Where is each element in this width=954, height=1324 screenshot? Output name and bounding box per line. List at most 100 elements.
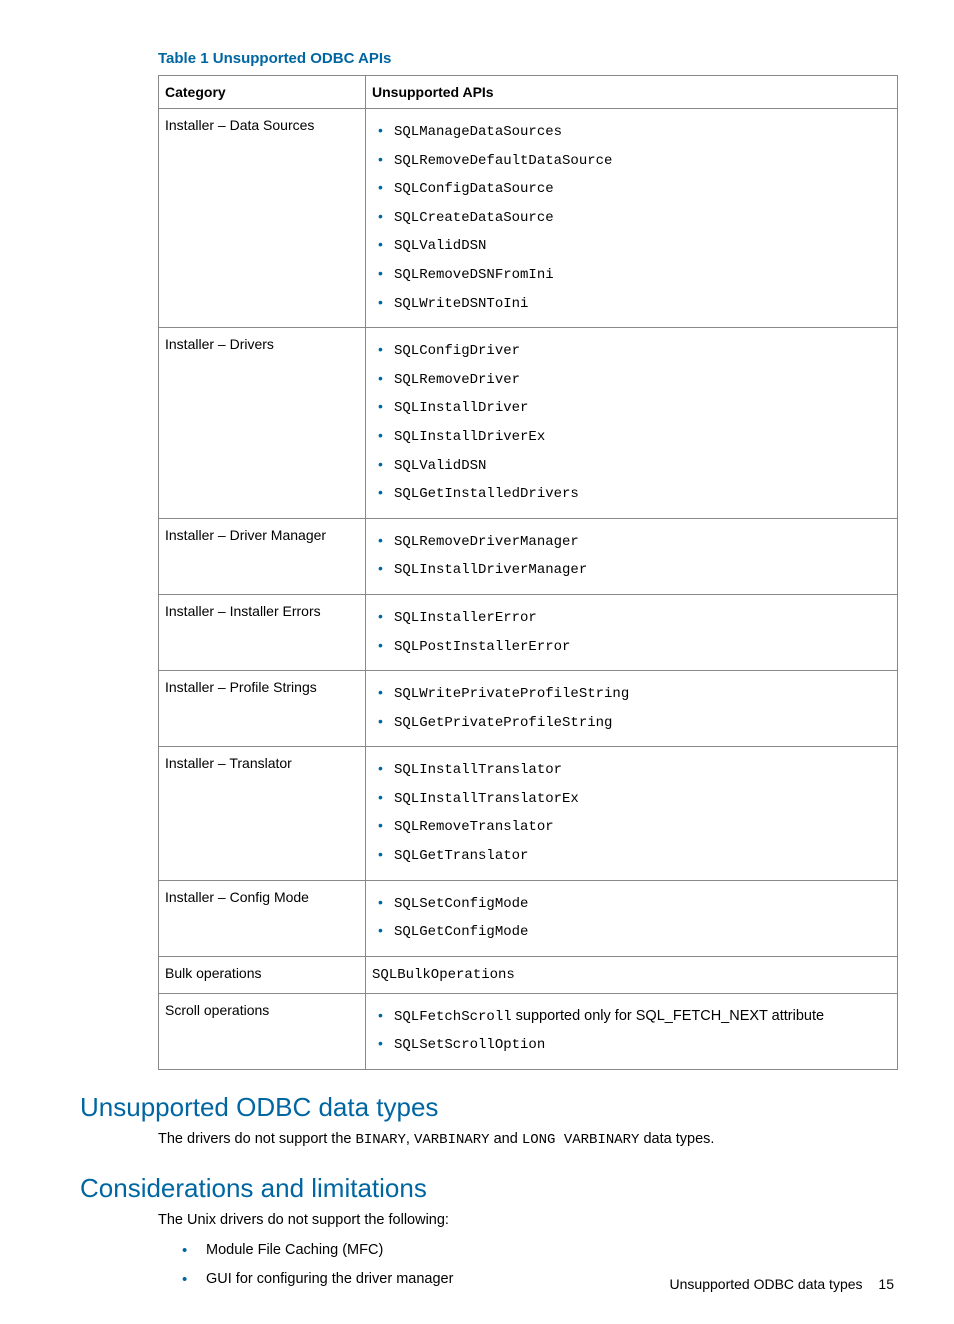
- api-name: SQLConfigDriver: [394, 343, 520, 359]
- category-cell: Installer – Config Mode: [159, 880, 366, 956]
- api-note: supported only for SQL_FETCH_NEXT attrib…: [512, 1008, 824, 1024]
- apis-cell: SQLManageDataSources SQLRemoveDefaultData…: [366, 109, 898, 328]
- table-row: Installer – Installer ErrorsSQLInstaller…: [159, 594, 898, 670]
- list-item: SQLSetScrollOption: [372, 1030, 887, 1059]
- api-name: SQLBulkOperations: [372, 967, 515, 983]
- list-item: SQLRemoveDriver: [372, 365, 887, 394]
- api-name: SQLRemoveDriver: [394, 372, 520, 388]
- api-name: SQLPostInstallerError: [394, 639, 570, 655]
- list-item: SQLGetInstalledDrivers: [372, 479, 887, 508]
- api-list: SQLWritePrivateProfileString SQLGetPrivat…: [372, 679, 887, 736]
- list-item: SQLFetchScroll supported only for SQL_FE…: [372, 1002, 887, 1031]
- text-fragment: The drivers do not support the: [158, 1131, 355, 1147]
- page-container: Table 1 Unsupported ODBC APIs Category U…: [0, 0, 954, 1324]
- category-cell: Installer – Installer Errors: [159, 594, 366, 670]
- api-name: SQLInstallTranslator: [394, 762, 562, 778]
- category-cell: Bulk operations: [159, 956, 366, 993]
- list-item: SQLCreateDataSource: [372, 203, 887, 232]
- list-item: SQLPostInstallerError: [372, 632, 887, 661]
- page-footer: Unsupported ODBC data types 15: [670, 1276, 894, 1292]
- table-header-apis: Unsupported APIs: [366, 76, 898, 109]
- api-name: SQLGetTranslator: [394, 848, 528, 864]
- list-item: SQLSetConfigMode: [372, 889, 887, 918]
- apis-cell: SQLConfigDriver SQLRemoveDriver SQLInstall…: [366, 328, 898, 519]
- category-cell: Installer – Data Sources: [159, 109, 366, 328]
- table-row: Bulk operations SQLBulkOperations: [159, 956, 898, 993]
- table-caption: Table 1 Unsupported ODBC APIs: [158, 50, 894, 67]
- list-item: SQLWriteDSNToIni: [372, 289, 887, 318]
- list-item: SQLInstallerError: [372, 603, 887, 632]
- list-item: SQLWritePrivateProfileString: [372, 679, 887, 708]
- category-cell: Installer – Translator: [159, 747, 366, 880]
- apis-cell: SQLRemoveDriverManager SQLInstallDriverMa…: [366, 518, 898, 594]
- api-name: SQLInstallDriverEx: [394, 429, 545, 445]
- list-item: SQLConfigDataSource: [372, 174, 887, 203]
- type-varbinary: VARBINARY: [414, 1132, 490, 1148]
- api-name: SQLSetScrollOption: [394, 1037, 545, 1053]
- api-name: SQLValidDSN: [394, 458, 486, 474]
- list-item: SQLGetPrivateProfileString: [372, 708, 887, 737]
- category-cell: Installer – Drivers: [159, 328, 366, 519]
- apis-cell: SQLFetchScroll supported only for SQL_FE…: [366, 993, 898, 1069]
- category-cell: Scroll operations: [159, 993, 366, 1069]
- list-item: SQLInstallDriverEx: [372, 422, 887, 451]
- section-heading-data-types: Unsupported ODBC data types: [80, 1092, 894, 1123]
- api-name: SQLInstallDriverManager: [394, 562, 587, 578]
- list-item: SQLInstallDriverManager: [372, 555, 887, 584]
- api-name: SQLCreateDataSource: [394, 210, 554, 226]
- api-name: SQLWritePrivateProfileString: [394, 686, 629, 702]
- api-list: SQLRemoveDriverManager SQLInstallDriverMa…: [372, 527, 887, 584]
- api-name: SQLGetConfigMode: [394, 924, 528, 940]
- list-item: Module File Caching (MFC): [178, 1236, 894, 1265]
- api-name: SQLInstallerError: [394, 610, 537, 626]
- api-name: SQLConfigDataSource: [394, 181, 554, 197]
- list-item: SQLValidDSN: [372, 231, 887, 260]
- list-item: SQLInstallTranslatorEx: [372, 784, 887, 813]
- table-row: Scroll operationsSQLFetchScroll supporte…: [159, 993, 898, 1069]
- list-item: SQLInstallTranslator: [372, 755, 887, 784]
- api-name: SQLManageDataSources: [394, 124, 562, 140]
- footer-page-number: 15: [878, 1276, 894, 1292]
- api-name: SQLGetPrivateProfileString: [394, 715, 612, 731]
- apis-cell: SQLSetConfigMode SQLGetConfigMode: [366, 880, 898, 956]
- api-name: SQLSetConfigMode: [394, 896, 528, 912]
- table-row: Installer – Config ModeSQLSetConfigModeS…: [159, 880, 898, 956]
- list-item: SQLRemoveDSNFromIni: [372, 260, 887, 289]
- list-item: SQLGetConfigMode: [372, 917, 887, 946]
- type-binary: BINARY: [355, 1132, 405, 1148]
- api-name: SQLValidDSN: [394, 238, 486, 254]
- table-row: Installer – TranslatorSQLInstallTranslat…: [159, 747, 898, 880]
- list-item: SQLConfigDriver: [372, 336, 887, 365]
- apis-cell: SQLInstallTranslator SQLInstallTranslator…: [366, 747, 898, 880]
- list-item: SQLRemoveTranslator: [372, 812, 887, 841]
- list-item: SQLRemoveDefaultDataSource: [372, 146, 887, 175]
- category-cell: Installer – Profile Strings: [159, 671, 366, 747]
- list-item: SQLManageDataSources: [372, 117, 887, 146]
- list-item: SQLInstallDriver: [372, 393, 887, 422]
- footer-text: Unsupported ODBC data types: [670, 1276, 863, 1292]
- considerations-paragraph: The Unix drivers do not support the foll…: [158, 1210, 894, 1230]
- api-name: SQLFetchScroll: [394, 1009, 512, 1025]
- section-heading-considerations: Considerations and limitations: [80, 1173, 894, 1204]
- api-name: SQLInstallTranslatorEx: [394, 791, 579, 807]
- text-fragment: ,: [406, 1131, 414, 1147]
- text-fragment: data types.: [639, 1131, 714, 1147]
- table-row: Installer – Data SourcesSQLManageDataSou…: [159, 109, 898, 328]
- text-fragment: and: [490, 1131, 522, 1147]
- api-name: SQLRemoveDSNFromIni: [394, 267, 554, 283]
- api-list: SQLConfigDriver SQLRemoveDriver SQLInstall…: [372, 336, 887, 508]
- category-cell: Installer – Driver Manager: [159, 518, 366, 594]
- api-list: SQLManageDataSources SQLRemoveDefaultData…: [372, 117, 887, 317]
- data-types-paragraph: The drivers do not support the BINARY, V…: [158, 1129, 894, 1151]
- apis-cell: SQLInstallerError SQLPostInstallerError: [366, 594, 898, 670]
- list-item: SQLGetTranslator: [372, 841, 887, 870]
- table-row: Installer – Driver ManagerSQLRemoveDrive…: [159, 518, 898, 594]
- apis-cell: SQLBulkOperations: [366, 956, 898, 993]
- table-row: Installer – Drivers SQLConfigDriver SQLRem…: [159, 328, 898, 519]
- api-list: SQLInstallerError SQLPostInstallerError: [372, 603, 887, 660]
- list-item: SQLValidDSN: [372, 451, 887, 480]
- api-list: SQLSetConfigMode SQLGetConfigMode: [372, 889, 887, 946]
- api-name: SQLRemoveDriverManager: [394, 534, 579, 550]
- api-list: SQLInstallTranslator SQLInstallTranslator…: [372, 755, 887, 869]
- api-name: SQLWriteDSNToIni: [394, 296, 528, 312]
